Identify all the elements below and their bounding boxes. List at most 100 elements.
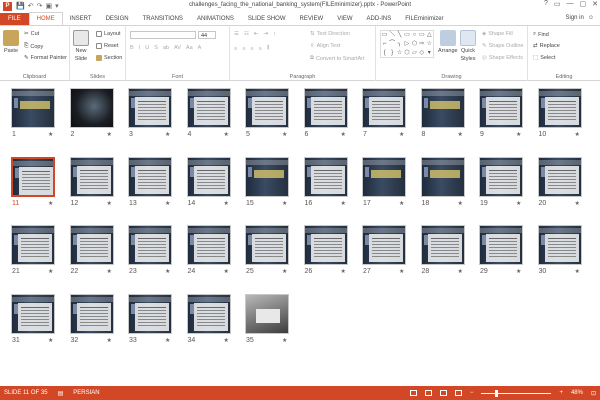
slide-preview[interactable] <box>362 156 406 197</box>
transition-star-icon[interactable]: ★ <box>516 268 521 275</box>
char-spacing-button[interactable]: AV <box>174 45 181 51</box>
italic-button[interactable]: I <box>139 45 141 51</box>
slide-thumbnail[interactable]: 28 ★ <box>420 225 483 281</box>
slide-preview[interactable] <box>303 88 348 128</box>
slide-thumbnail[interactable]: 10 ★ <box>537 88 600 144</box>
transition-star-icon[interactable]: ★ <box>48 337 53 344</box>
customize-qat-icon[interactable]: ▾ <box>55 2 59 10</box>
transition-star-icon[interactable]: ★ <box>107 337 112 344</box>
decrease-indent-icon[interactable]: ⇤ <box>254 31 259 37</box>
slide-preview[interactable] <box>186 156 231 197</box>
align-center-icon[interactable]: ≡ <box>242 46 245 52</box>
slide-preview[interactable] <box>362 225 406 265</box>
shadow-button[interactable]: S <box>154 45 158 51</box>
tab-fileminimizer[interactable]: FILEminimizer <box>398 13 450 25</box>
slide-thumbnail[interactable]: 19 ★ <box>479 156 541 213</box>
tab-review[interactable]: REVIEW <box>293 13 331 25</box>
transition-star-icon[interactable]: ★ <box>165 268 170 275</box>
transition-star-icon[interactable]: ★ <box>282 337 287 344</box>
slide-preview[interactable] <box>362 88 406 128</box>
slide-thumbnail[interactable]: 18 ★ <box>420 156 483 213</box>
shape-effects-button[interactable]: ◎ Shape Effects <box>482 55 523 61</box>
paste-button[interactable]: Paste <box>3 30 19 54</box>
tab-home[interactable]: HOME <box>28 12 63 25</box>
slide-thumbnail[interactable]: 11 ★ <box>11 156 73 213</box>
transition-star-icon[interactable]: ★ <box>458 200 463 207</box>
tab-slide-show[interactable]: SLIDE SHOW <box>241 13 293 25</box>
transition-star-icon[interactable]: ★ <box>224 337 229 344</box>
slide-preview[interactable] <box>186 88 231 128</box>
tab-add-ins[interactable]: ADD-INS <box>360 13 399 25</box>
transition-star-icon[interactable]: ★ <box>575 268 580 275</box>
change-case-button[interactable]: Aa <box>186 45 193 51</box>
start-slideshow-icon[interactable]: ▣ <box>45 2 52 10</box>
transition-star-icon[interactable]: ★ <box>165 131 170 138</box>
quick-styles-button[interactable]: Quick Styles <box>460 30 476 62</box>
slide-thumbnail[interactable]: 22 ★ <box>69 225 132 281</box>
slide-preview[interactable] <box>69 225 114 265</box>
fit-slide-icon[interactable]: ⊡ <box>591 390 596 397</box>
reading-view-icon[interactable] <box>439 390 447 396</box>
user-icon[interactable]: ☺ <box>588 15 594 21</box>
tab-animations[interactable]: ANIMATIONS <box>190 13 241 25</box>
normal-view-icon[interactable] <box>409 390 417 396</box>
shape-fill-button[interactable]: ◈ Shape Fill <box>482 31 513 37</box>
slide-sorter-view-icon[interactable] <box>424 390 432 396</box>
strikethrough-button[interactable]: ab <box>163 45 169 51</box>
slide-preview[interactable] <box>537 88 582 128</box>
slide-preview[interactable] <box>128 156 172 197</box>
transition-star-icon[interactable]: ★ <box>341 268 346 275</box>
find-button[interactable]: ⌕ Find <box>533 31 549 38</box>
save-icon[interactable]: 💾 <box>16 2 25 10</box>
slide-preview[interactable] <box>69 156 114 197</box>
slide-thumbnail[interactable]: 34 ★ <box>186 293 249 350</box>
slide-thumbnail[interactable]: 5 ★ <box>245 88 307 144</box>
slide-thumbnail[interactable]: 24 ★ <box>186 225 249 281</box>
transition-star-icon[interactable]: ★ <box>48 131 53 138</box>
transition-star-icon[interactable]: ★ <box>575 131 580 138</box>
slide-thumbnail[interactable]: 12 ★ <box>69 156 132 213</box>
slide-preview[interactable] <box>245 293 289 334</box>
slide-thumbnail[interactable]: 31 ★ <box>11 293 73 350</box>
transition-star-icon[interactable]: ★ <box>224 131 229 138</box>
slide-preview[interactable] <box>479 225 523 265</box>
transition-star-icon[interactable]: ★ <box>458 131 463 138</box>
slide-preview[interactable] <box>479 88 523 128</box>
slide-thumbnail[interactable]: 9 ★ <box>479 88 541 144</box>
slide-preview[interactable] <box>186 293 231 334</box>
slide-thumbnail[interactable]: 35 ★ <box>245 293 307 350</box>
transition-star-icon[interactable]: ★ <box>399 131 404 138</box>
transition-star-icon[interactable]: ★ <box>399 268 404 275</box>
transition-star-icon[interactable]: ★ <box>107 200 112 207</box>
slide-thumbnail[interactable]: 15 ★ <box>245 156 307 213</box>
slide-preview[interactable] <box>245 88 289 128</box>
slide-thumbnail[interactable]: 2 ★ <box>69 88 132 144</box>
slide-thumbnail[interactable]: 6 ★ <box>303 88 366 144</box>
zoom-out-button[interactable]: − <box>470 390 474 396</box>
transition-star-icon[interactable]: ★ <box>224 268 229 275</box>
zoom-level[interactable]: 48% <box>571 390 583 396</box>
align-right-icon[interactable]: ≡ <box>250 46 253 52</box>
text-direction-button[interactable]: ⇅ Text Direction <box>310 31 350 37</box>
language-indicator[interactable]: PERSIAN <box>73 390 99 397</box>
slide-thumbnail[interactable]: 26 ★ <box>303 225 366 281</box>
transition-star-icon[interactable]: ★ <box>575 200 580 207</box>
align-text-button[interactable]: ⇳ Align Text <box>310 43 340 49</box>
replace-button[interactable]: ⇄ Replace <box>533 43 560 49</box>
slide-thumbnail[interactable]: 20 ★ <box>537 156 600 213</box>
zoom-slider-thumb[interactable] <box>494 389 498 397</box>
slide-preview[interactable] <box>69 88 114 128</box>
transition-star-icon[interactable]: ★ <box>165 200 170 207</box>
transition-star-icon[interactable]: ★ <box>224 200 229 207</box>
slide-thumbnail[interactable]: 13 ★ <box>128 156 190 213</box>
slide-preview[interactable] <box>11 156 55 197</box>
slide-thumbnail[interactable]: 21 ★ <box>11 225 73 281</box>
redo-icon[interactable]: ↷ <box>37 2 43 10</box>
numbering-icon[interactable]: ☷ <box>244 31 249 37</box>
select-button[interactable]: ⬚ Select <box>533 55 556 61</box>
slide-thumbnail[interactable]: 14 ★ <box>186 156 249 213</box>
transition-star-icon[interactable]: ★ <box>48 200 53 207</box>
slide-preview[interactable] <box>245 225 289 265</box>
tab-transitions[interactable]: TRANSITIONS <box>136 13 190 25</box>
slide-thumbnail[interactable]: 7 ★ <box>362 88 424 144</box>
